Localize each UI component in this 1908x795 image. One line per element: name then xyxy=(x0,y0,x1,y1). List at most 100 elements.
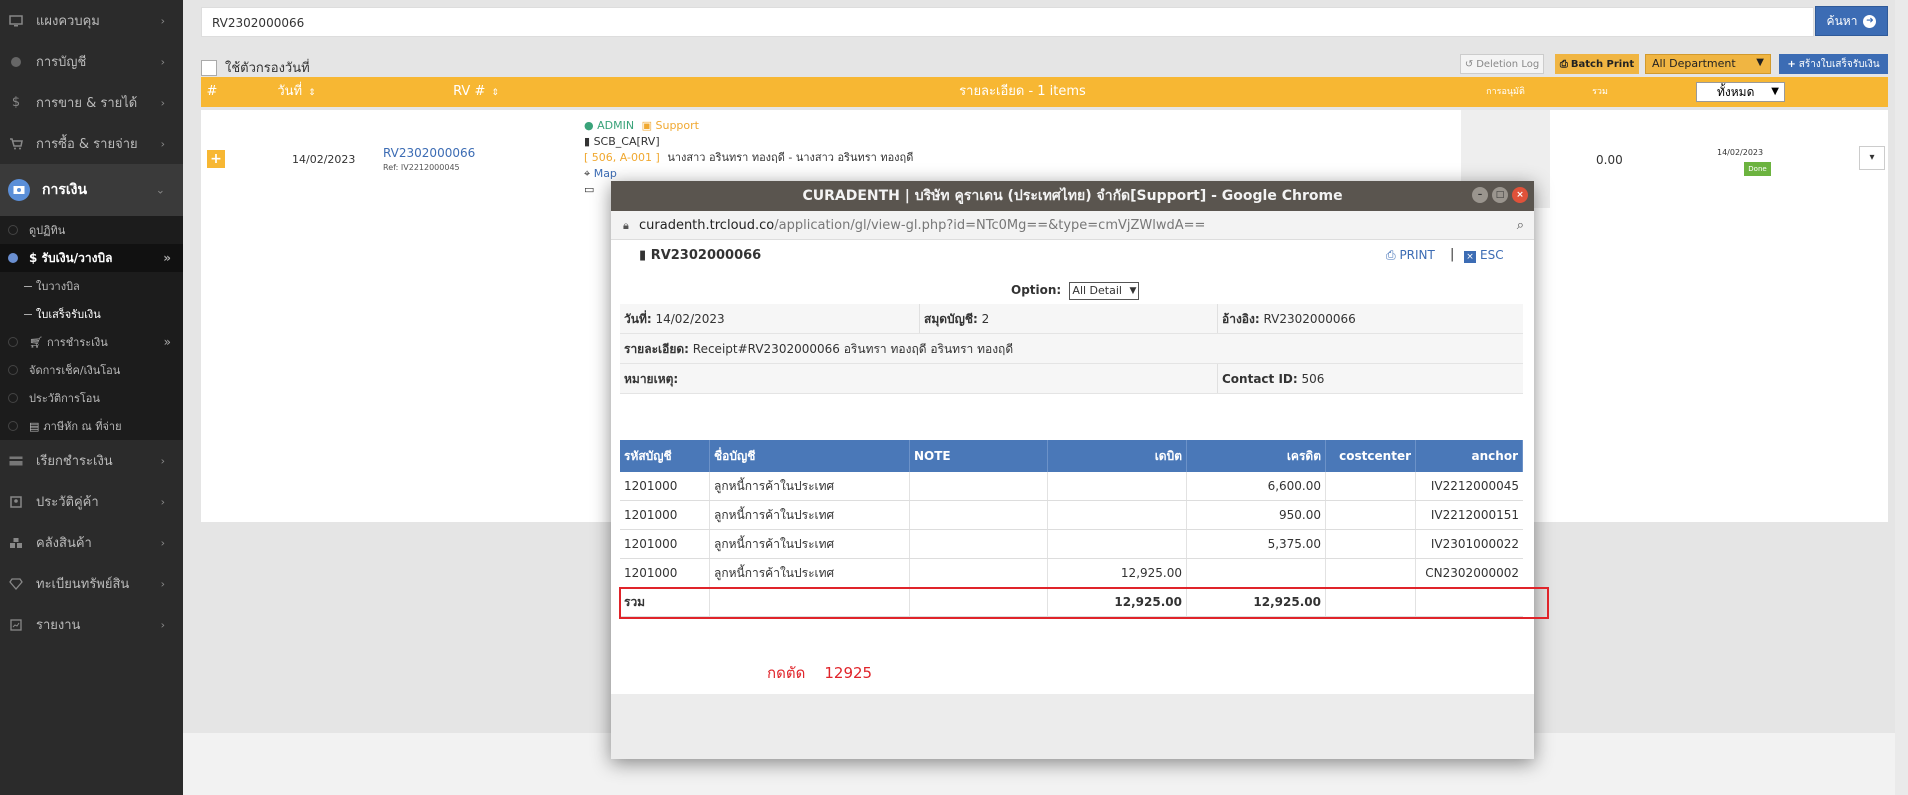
plus-icon: + xyxy=(1787,58,1796,70)
sidebar-item-label: การซื้อ & รายจ่าย xyxy=(36,137,138,152)
sidebar-item-accounting[interactable]: การบัญชี › xyxy=(0,41,183,82)
status-badge: Done xyxy=(1744,162,1771,176)
info-ref-label: อ้างอิง: xyxy=(1222,312,1260,326)
info-ref-value: RV2302000066 xyxy=(1263,312,1356,326)
table-row: 1201000 ลูกหนี้การค้าในประเทศ 12,925.00 … xyxy=(620,559,1523,588)
row-date: 14/02/2023 xyxy=(292,153,356,166)
gl-cell: 1201000 xyxy=(620,559,710,587)
document-icon: ▤ xyxy=(29,419,40,433)
sidebar-item-billing-note[interactable]: ใบวางบิล xyxy=(0,272,183,300)
card-icon xyxy=(8,453,24,469)
info-journal-label: สมุดบัญชี: xyxy=(924,312,978,326)
dash-icon xyxy=(24,313,32,315)
sidebar-item-cheque[interactable]: จัดการเช็ค/เงินโอน xyxy=(0,356,183,384)
table-row: 1201000 ลูกหนี้การค้าในประเทศ 6,600.00 I… xyxy=(620,472,1523,501)
map-marker-icon: ⌖ xyxy=(584,167,591,180)
option-label: Option: xyxy=(1011,283,1062,297)
chevron-down-icon: ▼ xyxy=(1129,286,1137,296)
sidebar-item-finance[interactable]: การเงิน ⌄ xyxy=(0,164,183,216)
header-date[interactable]: วันที่ ⇕ xyxy=(223,77,370,107)
expand-button[interactable]: + xyxy=(207,150,225,168)
row-ref: Ref: IV2212000045 xyxy=(383,163,460,172)
cart-icon xyxy=(8,136,24,152)
sidebar-item-sales[interactable]: $ การขาย & รายได้ › xyxy=(0,82,183,123)
info-remark-label: หมายเหตุ: xyxy=(624,372,679,386)
batch-print-button[interactable]: ⎙ Batch Print xyxy=(1555,54,1639,74)
chevron-right-icon: › xyxy=(160,577,165,590)
row-names: นางสาว อรินทรา ทองฤดี - นางสาว อรินทรา ท… xyxy=(667,151,914,164)
table-row: 1201000 ลูกหนี้การค้าในประเทศ 5,375.00 I… xyxy=(620,530,1523,559)
close-icon[interactable]: × xyxy=(1512,187,1528,203)
sidebar-item-transfer-history[interactable]: ประวัติการโอน xyxy=(0,384,183,412)
sidebar-item-assets[interactable]: ทะเบียนทรัพย์สิน › xyxy=(0,563,183,604)
sidebar-item-label: ใบเสร็จรับเงิน xyxy=(36,308,101,321)
info-journal: สมุดบัญชี: 2 xyxy=(920,304,1218,333)
popup-body: ▮ RV2302000066 ⎙ PRINT | × ESC Option: Al… xyxy=(611,240,1549,759)
info-detail-value: Receipt#RV2302000066 อรินทรา ทองฤดี อริน… xyxy=(692,342,1014,356)
header-total: รวม xyxy=(1592,87,1608,97)
gl-cell: ลูกหนี้การค้าในประเทศ xyxy=(710,472,910,500)
maximize-icon[interactable]: □ xyxy=(1492,187,1508,203)
double-chevron-right-icon: » xyxy=(163,335,171,349)
gl-cell: 6,600.00 xyxy=(1187,472,1326,500)
dash-icon xyxy=(24,285,32,287)
sort-icon: ⇕ xyxy=(491,88,499,98)
user-icon: ● xyxy=(584,119,594,132)
info-journal-value: 2 xyxy=(981,312,990,326)
sidebar-item-receive-billing[interactable]: $ รับเงิน/วางบิล » xyxy=(0,244,183,272)
search-button[interactable]: ค้นหา ➜ xyxy=(1815,6,1888,36)
gl-cell xyxy=(910,472,1048,500)
print-button[interactable]: ⎙ PRINT xyxy=(1386,248,1435,263)
row-rv-link[interactable]: RV2302000066 xyxy=(383,146,475,160)
gl-cell xyxy=(910,530,1048,558)
gl-popup-window: CURADENTH | บริษัท คูราเดน (ประเทศไทย) จ… xyxy=(611,181,1549,759)
sidebar-item-warehouse[interactable]: คลังสินค้า › xyxy=(0,522,183,563)
scrollbar-track[interactable] xyxy=(1895,0,1908,795)
department-select-value: All Department xyxy=(1652,57,1736,70)
sidebar-item-partner[interactable]: ประวัติคู่ค้า › xyxy=(0,481,183,522)
bullet-icon xyxy=(8,225,18,235)
sidebar-item-label: เรียกชำระเงิน xyxy=(36,454,113,469)
sidebar-item-withholding-tax[interactable]: ▤ ภาษีหัก ณ ที่จ่าย xyxy=(0,412,183,440)
department-select[interactable]: All Department ▼ xyxy=(1645,54,1771,74)
chevron-right-icon: › xyxy=(160,536,165,549)
row-action-dropdown[interactable]: ▾ xyxy=(1859,146,1885,170)
document-title: ▮ RV2302000066 xyxy=(639,248,761,263)
create-receipt-button[interactable]: + สร้างใบเสร็จรับเงิน xyxy=(1779,54,1888,74)
sidebar-item-calendar[interactable]: ดูปฏิทิน xyxy=(0,216,183,244)
sidebar-item-payment[interactable]: 🛒︎ การชำระเงิน » xyxy=(0,328,183,356)
create-receipt-label: สร้างใบเสร็จรับเงิน xyxy=(1798,58,1880,70)
sidebar-item-reports[interactable]: รายงาน › xyxy=(0,604,183,645)
deletion-log-button[interactable]: ↺ Deletion Log xyxy=(1460,54,1544,74)
search-input[interactable]: RV2302000066 xyxy=(201,7,1814,37)
header-rv[interactable]: RV # ⇕ xyxy=(370,77,582,107)
row-admin: ADMIN xyxy=(597,119,635,132)
option-select[interactable]: All Detail ▼ xyxy=(1069,282,1140,300)
gl-cell xyxy=(1326,530,1416,558)
sidebar-item-billing[interactable]: เรียกชำระเงิน › xyxy=(0,440,183,481)
gl-header-name: ชื่อบัญชี xyxy=(710,440,910,472)
print-label: PRINT xyxy=(1399,248,1435,262)
minimize-icon[interactable]: – xyxy=(1472,187,1488,203)
row-map-link[interactable]: Map xyxy=(594,167,617,180)
info-row: หมายเหตุ: Contact ID: 506 xyxy=(620,364,1523,394)
sidebar: แผงควบคุม › การบัญชี › $ การขาย & รายได้… xyxy=(0,0,183,795)
cart-icon: 🛒︎ xyxy=(29,335,43,349)
tag-icon: ▣ xyxy=(641,119,652,132)
row-amount: 0.00 xyxy=(1596,153,1623,167)
gl-cell xyxy=(1326,559,1416,587)
sidebar-item-purchase[interactable]: การซื้อ & รายจ่าย › xyxy=(0,123,183,164)
status-filter-select[interactable]: ทั้งหมด ▼ xyxy=(1696,82,1785,102)
esc-button[interactable]: × ESC xyxy=(1464,248,1504,263)
date-filter-checkbox[interactable] xyxy=(201,59,217,76)
sidebar-item-receipt[interactable]: ใบเสร็จรับเงิน xyxy=(0,300,183,328)
popup-titlebar[interactable]: CURADENTH | บริษัท คูราเดน (ประเทศไทย) จ… xyxy=(611,181,1534,211)
address-bar[interactable]: 🔒︎ curadenth.trcloud.co/application/gl/v… xyxy=(611,211,1534,240)
sidebar-submenu: ดูปฏิทิน $ รับเงิน/วางบิล » ใบวางบิล ใบเ… xyxy=(0,216,183,440)
gl-cell xyxy=(1048,501,1187,529)
date-filter[interactable]: ใช้ตัวกรองวันที่ xyxy=(201,57,310,78)
gl-cell xyxy=(1187,559,1326,587)
sidebar-item-dashboard[interactable]: แผงควบคุม › xyxy=(0,0,183,41)
search-icon[interactable]: ⌕ xyxy=(1517,211,1524,240)
chevron-right-icon: › xyxy=(160,55,165,68)
